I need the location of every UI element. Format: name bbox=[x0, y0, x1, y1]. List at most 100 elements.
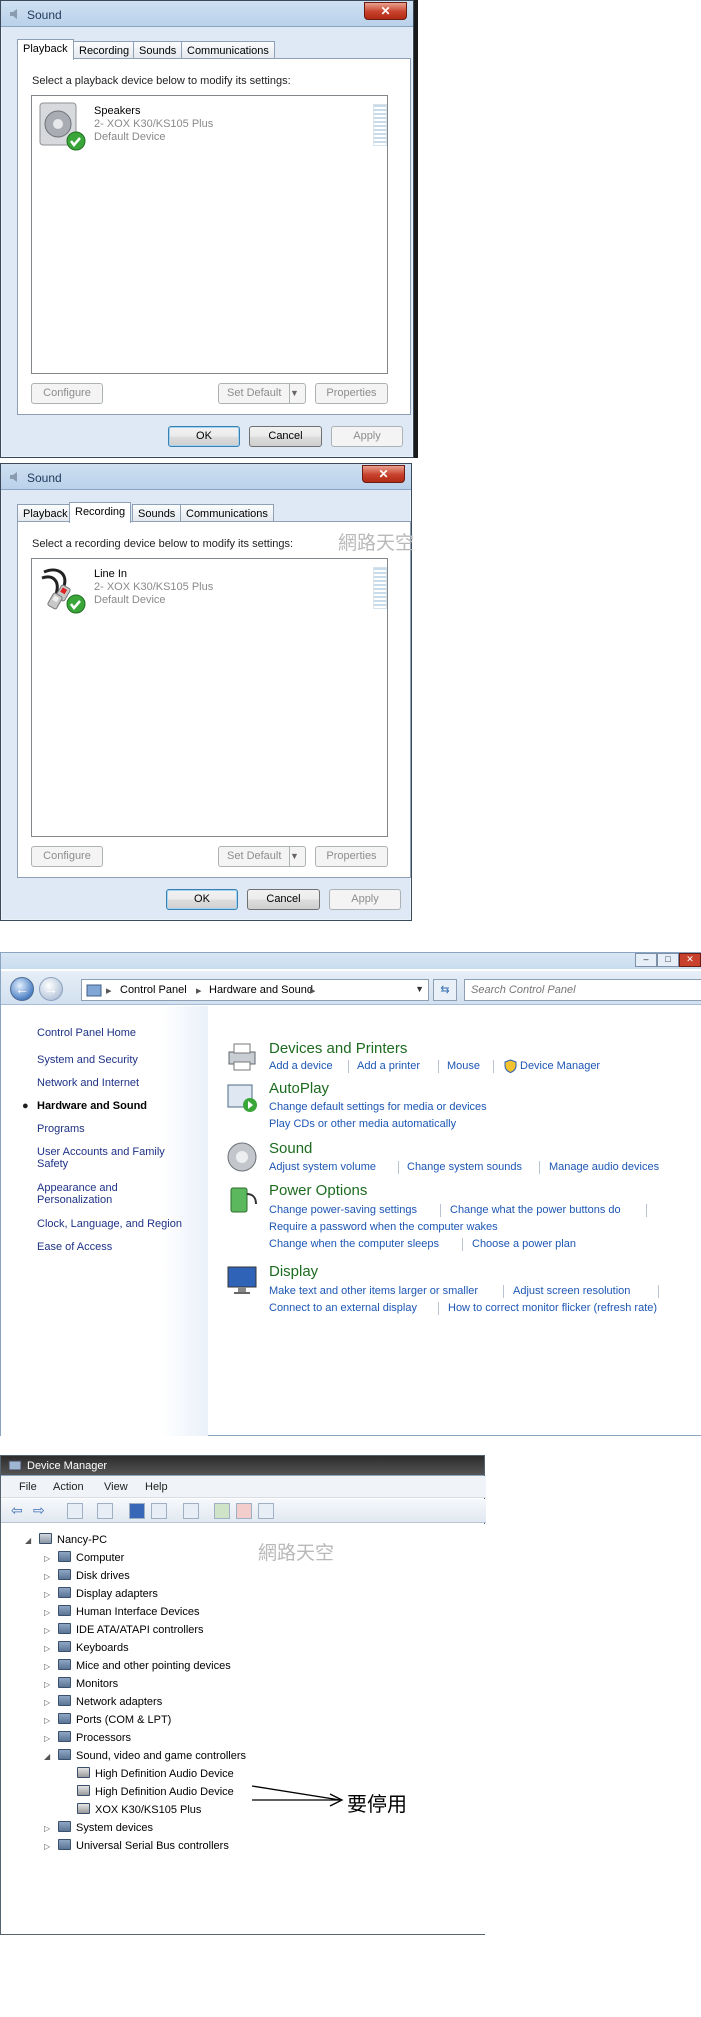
expand-icon[interactable]: ▷ bbox=[44, 1608, 50, 1617]
sidebar-item-hardware-sound[interactable]: Hardware and Sound bbox=[37, 1100, 147, 1112]
expand-icon[interactable]: ▷ bbox=[44, 1662, 50, 1671]
link-change-system-sounds[interactable]: Change system sounds bbox=[407, 1161, 522, 1173]
tab-recording[interactable]: Recording bbox=[69, 502, 132, 523]
view-icon[interactable] bbox=[151, 1503, 167, 1519]
sidebar-item-ease-of-access[interactable]: Ease of Access bbox=[37, 1241, 112, 1253]
sidebar-item-network[interactable]: Network and Internet bbox=[37, 1077, 139, 1089]
tree-node[interactable]: Computer bbox=[58, 1551, 124, 1564]
category-autoplay[interactable]: AutoPlay bbox=[269, 1080, 329, 1097]
expand-icon[interactable]: ▷ bbox=[44, 1626, 50, 1635]
configure-button[interactable]: Configure bbox=[31, 846, 103, 867]
close-button[interactable]: ✕ bbox=[362, 465, 405, 483]
set-default-button[interactable]: Set Default ▼ bbox=[218, 383, 306, 404]
minimize-button[interactable]: – bbox=[635, 953, 657, 967]
properties-button[interactable]: Properties bbox=[315, 383, 388, 404]
category-display[interactable]: Display bbox=[269, 1263, 318, 1280]
update-driver-icon[interactable] bbox=[214, 1503, 230, 1519]
configure-button[interactable]: Configure bbox=[31, 383, 103, 404]
tab-recording[interactable]: Recording bbox=[73, 41, 136, 59]
link-power-buttons[interactable]: Change what the power buttons do bbox=[450, 1204, 621, 1216]
expand-icon[interactable]: ▷ bbox=[44, 1842, 50, 1851]
tree-child[interactable]: XOX K30/KS105 Plus bbox=[77, 1803, 201, 1816]
menu-help[interactable]: Help bbox=[145, 1481, 168, 1493]
collapse-icon[interactable]: ◢ bbox=[25, 1536, 31, 1545]
tree-node[interactable]: Disk drives bbox=[58, 1569, 130, 1582]
expand-icon[interactable]: ▷ bbox=[44, 1698, 50, 1707]
tree-root[interactable]: Nancy-PC bbox=[39, 1533, 107, 1546]
set-default-button[interactable]: Set Default ▼ bbox=[218, 846, 306, 867]
tab-playback[interactable]: Playback bbox=[17, 39, 74, 60]
tree-node[interactable]: Display adapters bbox=[58, 1587, 158, 1600]
update-icon[interactable] bbox=[97, 1503, 113, 1519]
tree-node[interactable]: IDE ATA/ATAPI controllers bbox=[58, 1623, 204, 1636]
tree-node[interactable]: Monitors bbox=[58, 1677, 118, 1690]
disable-icon[interactable] bbox=[258, 1503, 274, 1519]
link-change-default-settings[interactable]: Change default settings for media or dev… bbox=[269, 1101, 487, 1113]
link-choose-power-plan[interactable]: Choose a power plan bbox=[472, 1238, 576, 1250]
link-text-size[interactable]: Make text and other items larger or smal… bbox=[269, 1285, 478, 1297]
expand-icon[interactable]: ▷ bbox=[44, 1644, 50, 1653]
link-power-saving[interactable]: Change power-saving settings bbox=[269, 1204, 417, 1216]
link-add-device[interactable]: Add a device bbox=[269, 1060, 333, 1072]
chevron-down-icon[interactable]: ▼ bbox=[415, 984, 424, 994]
tree-node[interactable]: Sound, video and game controllers bbox=[58, 1749, 246, 1762]
properties-icon[interactable] bbox=[67, 1503, 83, 1519]
back-arrow-icon[interactable]: ⇦ bbox=[11, 1502, 23, 1519]
expand-icon[interactable]: ▷ bbox=[44, 1824, 50, 1833]
cancel-button[interactable]: Cancel bbox=[247, 889, 320, 910]
tree-node[interactable]: Processors bbox=[58, 1731, 131, 1744]
category-sound[interactable]: Sound bbox=[269, 1140, 312, 1157]
link-mouse[interactable]: Mouse bbox=[447, 1060, 480, 1072]
tree-child[interactable]: High Definition Audio Device bbox=[77, 1785, 234, 1798]
ok-button[interactable]: OK bbox=[168, 426, 240, 447]
back-button[interactable]: ← bbox=[10, 977, 34, 1001]
forward-arrow-icon[interactable]: ⇨ bbox=[33, 1502, 45, 1519]
link-external-display[interactable]: Connect to an external display bbox=[269, 1302, 417, 1314]
sidebar-item-appearance[interactable]: Appearance and Personalization bbox=[37, 1182, 157, 1206]
forward-button[interactable]: → bbox=[39, 977, 63, 1001]
cancel-button[interactable]: Cancel bbox=[249, 426, 322, 447]
refresh-icon[interactable]: ⇆ bbox=[433, 979, 457, 1001]
uninstall-icon[interactable] bbox=[236, 1503, 252, 1519]
expand-icon[interactable]: ▷ bbox=[44, 1572, 50, 1581]
tab-sounds[interactable]: Sounds bbox=[133, 41, 183, 59]
tab-communications[interactable]: Communications bbox=[180, 504, 274, 522]
tree-node[interactable]: Keyboards bbox=[58, 1641, 129, 1654]
breadcrumb-control-panel[interactable]: Control Panel bbox=[120, 984, 187, 996]
tab-playback[interactable]: Playback bbox=[17, 504, 74, 522]
link-adjust-volume[interactable]: Adjust system volume bbox=[269, 1161, 376, 1173]
tree-child[interactable]: High Definition Audio Device bbox=[77, 1767, 234, 1780]
search-input[interactable]: Search Control Panel bbox=[464, 979, 701, 1001]
device-list[interactable]: Speakers 2- XOX K30/KS105 Plus Default D… bbox=[31, 95, 388, 374]
category-devices-printers[interactable]: Devices and Printers bbox=[269, 1040, 407, 1057]
collapse-icon[interactable]: ◢ bbox=[44, 1752, 50, 1761]
link-add-printer[interactable]: Add a printer bbox=[357, 1060, 420, 1072]
expand-icon[interactable]: ▷ bbox=[44, 1554, 50, 1563]
chevron-down-icon[interactable]: ▼ bbox=[289, 384, 305, 403]
help-icon[interactable] bbox=[129, 1503, 145, 1519]
tab-sounds[interactable]: Sounds bbox=[132, 504, 182, 522]
ok-button[interactable]: OK bbox=[166, 889, 238, 910]
sidebar-item-programs[interactable]: Programs bbox=[37, 1123, 85, 1135]
category-power-options[interactable]: Power Options bbox=[269, 1182, 367, 1199]
breadcrumb[interactable]: ▸ Control Panel ▸ Hardware and Sound ▸ ▼ bbox=[81, 979, 429, 1001]
tree-node[interactable]: System devices bbox=[58, 1821, 153, 1834]
expand-icon[interactable]: ▷ bbox=[44, 1734, 50, 1743]
apply-button[interactable]: Apply bbox=[331, 426, 403, 447]
link-screen-resolution[interactable]: Adjust screen resolution bbox=[513, 1285, 630, 1297]
link-device-manager[interactable]: Device Manager bbox=[520, 1060, 600, 1072]
maximize-button[interactable]: □ bbox=[657, 953, 679, 967]
tree-node[interactable]: Universal Serial Bus controllers bbox=[58, 1839, 229, 1852]
apply-button[interactable]: Apply bbox=[329, 889, 401, 910]
link-computer-sleeps[interactable]: Change when the computer sleeps bbox=[269, 1238, 439, 1250]
link-monitor-flicker[interactable]: How to correct monitor flicker (refresh … bbox=[448, 1302, 657, 1314]
tree-node[interactable]: Ports (COM & LPT) bbox=[58, 1713, 171, 1726]
close-button[interactable]: ✕ bbox=[364, 2, 407, 20]
expand-icon[interactable]: ▷ bbox=[44, 1590, 50, 1599]
link-manage-audio-devices[interactable]: Manage audio devices bbox=[549, 1161, 659, 1173]
link-require-password[interactable]: Require a password when the computer wak… bbox=[269, 1221, 498, 1233]
expand-icon[interactable]: ▷ bbox=[44, 1716, 50, 1725]
breadcrumb-hardware-sound[interactable]: Hardware and Sound bbox=[209, 984, 313, 996]
tree-node[interactable]: Mice and other pointing devices bbox=[58, 1659, 231, 1672]
link-play-cds[interactable]: Play CDs or other media automatically bbox=[269, 1118, 456, 1130]
